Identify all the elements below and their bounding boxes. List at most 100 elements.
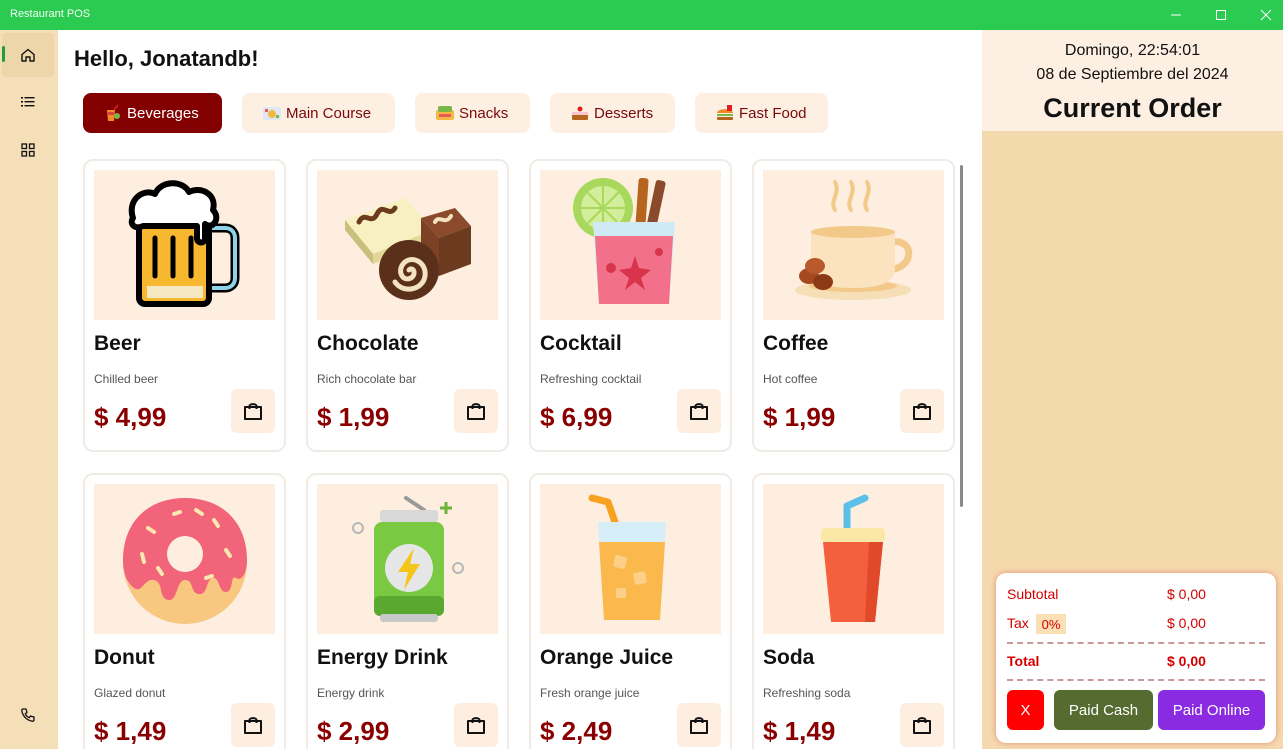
total-label: Total — [1007, 653, 1040, 669]
maximize-icon — [1216, 10, 1226, 20]
product-image — [540, 170, 721, 320]
divider — [1007, 642, 1265, 644]
main-course-icon — [263, 107, 281, 120]
product-name: Coffee — [763, 332, 829, 355]
product-card-soda[interactable]: Soda Refreshing soda $ 1,49 — [752, 473, 955, 749]
add-to-order-button[interactable] — [900, 703, 944, 747]
subtotal-value: $ 0,00 — [1167, 586, 1206, 602]
tab-desserts[interactable]: Desserts — [550, 93, 675, 133]
tab-fast-food[interactable]: Fast Food — [695, 93, 828, 133]
product-description: Glazed donut — [94, 686, 166, 700]
home-icon — [21, 48, 35, 62]
window-title: Restaurant POS — [10, 8, 91, 20]
nav-orders-list[interactable] — [2, 80, 54, 124]
order-header: Domingo, 22:54:01 08 de Septiembre del 2… — [982, 30, 1283, 131]
close-button[interactable] — [1243, 0, 1283, 30]
grid-icon — [21, 143, 35, 157]
product-card-cocktail[interactable]: Cocktail Refreshing cocktail $ 6,99 — [529, 159, 732, 452]
orange-juice-icon — [588, 494, 666, 620]
product-image — [317, 170, 498, 320]
add-to-order-button[interactable] — [231, 389, 275, 433]
maximize-button[interactable] — [1198, 0, 1244, 30]
add-to-order-button[interactable] — [677, 703, 721, 747]
product-image — [763, 170, 944, 320]
minimize-button[interactable] — [1153, 0, 1199, 30]
product-price: $ 2,99 — [317, 716, 390, 746]
add-to-order-button[interactable] — [677, 389, 721, 433]
product-description: Energy drink — [317, 686, 385, 700]
shopping-bag-icon — [913, 717, 931, 734]
product-price: $ 4,99 — [94, 402, 167, 432]
shopping-bag-icon — [690, 403, 708, 420]
product-image — [94, 170, 275, 320]
product-price: $ 2,49 — [540, 716, 613, 746]
product-image — [94, 484, 275, 634]
product-card-chocolate[interactable]: Chocolate Rich chocolate bar $ 1,99 — [306, 159, 509, 452]
close-icon — [1260, 9, 1272, 21]
title-bar: Restaurant POS — [0, 0, 1283, 30]
shopping-bag-icon — [467, 717, 485, 734]
product-image — [763, 484, 944, 634]
product-card-donut[interactable]: Donut Glazed donut $ 1,49 — [83, 473, 286, 749]
shopping-bag-icon — [244, 717, 262, 734]
add-to-order-button[interactable] — [454, 389, 498, 433]
phone-icon — [21, 708, 35, 722]
product-name: Soda — [763, 646, 815, 669]
snacks-icon — [436, 106, 454, 120]
product-description: Refreshing cocktail — [540, 372, 642, 386]
order-summary: Subtotal $ 0,00 Tax 0% $ 0,00 Total $ 0,… — [996, 573, 1276, 743]
product-price: $ 6,99 — [540, 402, 613, 432]
cocktail-icon — [572, 178, 675, 304]
datetime-line-2: 08 de Septiembre del 2024 — [1036, 66, 1229, 83]
left-navigation — [0, 30, 58, 749]
soda-cup-icon — [820, 494, 885, 622]
product-description: Fresh orange juice — [540, 686, 640, 700]
energy-can-icon — [351, 496, 464, 622]
product-card-orange-juice[interactable]: Orange Juice Fresh orange juice $ 2,49 — [529, 473, 732, 749]
tab-label: Main Course — [286, 104, 372, 122]
nav-home[interactable] — [2, 33, 54, 77]
tab-beverages[interactable]: Beverages — [83, 93, 222, 133]
dessert-icon — [572, 106, 588, 120]
subtotal-label: Subtotal — [1007, 586, 1059, 602]
datetime-line-1: Domingo, 22:54:01 — [1064, 42, 1201, 59]
product-price: $ 1,49 — [763, 716, 836, 746]
tab-main-course[interactable]: Main Course — [242, 93, 395, 133]
nav-contact[interactable] — [2, 693, 54, 737]
product-image — [540, 484, 721, 634]
tax-rate-badge: 0% — [1036, 614, 1066, 634]
product-card-energy-drink[interactable]: Energy Drink Energy drink $ 2,99 — [306, 473, 509, 749]
greeting-heading: Hello, Jonatandb! — [74, 46, 259, 71]
add-to-order-button[interactable] — [454, 703, 498, 747]
product-price: $ 1,99 — [317, 402, 390, 432]
product-card-beer[interactable]: Beer Chilled beer $ 4,99 — [83, 159, 286, 452]
product-name: Beer — [94, 332, 141, 355]
tab-snacks[interactable]: Snacks — [415, 93, 530, 133]
product-image — [317, 484, 498, 634]
total-value: $ 0,00 — [1167, 653, 1206, 669]
product-name: Donut — [94, 646, 155, 669]
add-to-order-button[interactable] — [900, 389, 944, 433]
product-price: $ 1,49 — [94, 716, 167, 746]
products-scrollbar[interactable] — [960, 165, 963, 507]
main-content: Hello, Jonatandb! Beverages Main Course … — [58, 30, 982, 749]
current-order-panel: Domingo, 22:54:01 08 de Septiembre del 2… — [982, 30, 1283, 749]
shopping-bag-icon — [467, 403, 485, 420]
add-to-order-button[interactable] — [231, 703, 275, 747]
shopping-bag-icon — [244, 403, 262, 420]
product-name: Chocolate — [317, 332, 419, 355]
tab-label: Desserts — [594, 104, 654, 122]
product-description: Rich chocolate bar — [317, 372, 417, 386]
divider — [1007, 679, 1265, 681]
tab-label: Fast Food — [739, 104, 807, 122]
paid-cash-button[interactable]: Paid Cash — [1054, 690, 1153, 730]
product-description: Hot coffee — [763, 372, 818, 386]
clear-order-button[interactable]: X — [1007, 690, 1044, 730]
tax-value: $ 0,00 — [1167, 615, 1206, 631]
product-card-coffee[interactable]: Coffee Hot coffee $ 1,99 — [752, 159, 955, 452]
nav-dashboard[interactable] — [2, 128, 54, 172]
beverage-icon — [107, 104, 120, 121]
paid-online-button[interactable]: Paid Online — [1158, 690, 1265, 730]
tax-label: Tax — [1007, 615, 1029, 631]
shopping-bag-icon — [913, 403, 931, 420]
